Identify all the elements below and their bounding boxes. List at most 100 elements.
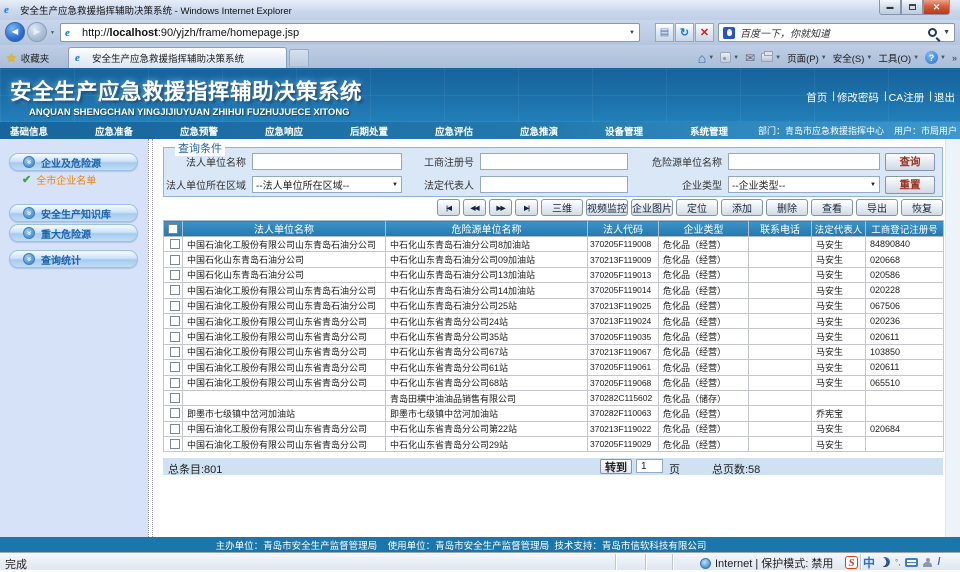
row-checkbox[interactable] (170, 316, 180, 326)
chinese-mode-icon[interactable]: 中 (863, 554, 875, 571)
punctuation-mode-icon[interactable]: °, (895, 558, 900, 567)
tools-menu[interactable]: 工具(O) (878, 51, 911, 65)
stop-button[interactable]: ✕ (695, 23, 714, 42)
help-dropdown[interactable]: ▼ (940, 55, 946, 61)
row-checkbox[interactable] (170, 239, 180, 249)
sogou-icon[interactable]: S (845, 556, 858, 569)
table-row[interactable]: 中国石油化工股份有限公司山东省青岛分公司中石化山东省青岛分公司61站370205… (164, 360, 944, 375)
home-icon[interactable]: ⌂ (698, 50, 706, 66)
scrollbar-track[interactable] (945, 139, 960, 537)
overflow-chevron[interactable]: » (952, 53, 956, 63)
menu-item[interactable]: 设备管理 (595, 124, 680, 138)
new-tab-button[interactable] (289, 49, 309, 66)
sidebar-item-city-enterprise-list[interactable]: ✔全市企业名单 (22, 172, 96, 187)
sidebar-item-major-hazard[interactable]: »重大危险源 (9, 224, 138, 242)
url-dropdown[interactable]: ▼ (629, 30, 635, 36)
row-checkbox[interactable] (170, 255, 180, 265)
menu-item[interactable]: 应急响应 (255, 124, 340, 138)
help-icon[interactable]: ? (925, 51, 938, 64)
page-menu[interactable]: 页面(P) (787, 51, 819, 65)
search-icon[interactable] (928, 28, 937, 37)
query-button[interactable]: 查询 (885, 153, 935, 171)
table-row[interactable]: 中国石油化工股份有限公司山东青岛石油分公司中石化山东青岛石油分公司8加油站370… (164, 237, 944, 252)
search-box[interactable]: 百度一下，你就知道 ▼ (718, 23, 955, 42)
region-select[interactable]: --法人单位所在区域--▼ (252, 176, 402, 193)
menu-item[interactable]: 应急评估 (425, 124, 510, 138)
menu-item[interactable]: 应急准备 (85, 124, 170, 138)
browser-tab[interactable]: e 安全生产应急救援指挥辅助决策系统 (68, 47, 287, 68)
toolbar-button[interactable]: 恢复 (901, 199, 943, 216)
row-checkbox[interactable] (170, 270, 180, 280)
menu-item[interactable]: 系统管理 (680, 124, 765, 138)
row-checkbox[interactable] (170, 378, 180, 388)
toolbar-button[interactable]: 企业图片 (631, 199, 673, 216)
pager-nav-button[interactable]: ◀◀ (463, 199, 486, 216)
table-row[interactable]: 中国石油化工股份有限公司山东省青岛分公司中石化山东省青岛分公司35站370205… (164, 329, 944, 344)
search-dropdown[interactable]: ▼ (943, 29, 950, 36)
goto-page-button[interactable]: 转到 (600, 459, 632, 474)
menu-item[interactable]: 基础信息 (0, 124, 85, 138)
row-checkbox[interactable] (170, 285, 180, 295)
banner-link[interactable]: 退出 (934, 90, 955, 105)
maximize-button[interactable] (901, 0, 923, 15)
pager-nav-button[interactable]: |◀ (437, 199, 460, 216)
pager-nav-button[interactable]: ▶| (515, 199, 538, 216)
table-row[interactable]: 中国石油化工股份有限公司山东省青岛分公司中石化山东省青岛分公司68站370205… (164, 375, 944, 390)
url-field[interactable]: e http://localhost:90/yjzh/frame/homepag… (60, 23, 640, 42)
mail-icon[interactable]: ✉ (745, 51, 755, 65)
favorites-button[interactable]: ★ 收藏夹 (6, 49, 49, 66)
close-button[interactable]: ✕ (923, 0, 950, 15)
settings-wrench-icon[interactable]: / (937, 556, 940, 568)
toolbar-button[interactable]: 查看 (811, 199, 853, 216)
toolbar-button[interactable]: 三维 (541, 199, 583, 216)
toolbar-button[interactable]: 添加 (721, 199, 763, 216)
table-row[interactable]: 即墨市七级镇中岔河加油站即墨市七级镇中岔河加油站370282F110063危化品… (164, 406, 944, 421)
reset-button[interactable]: 重置 (885, 176, 935, 194)
banner-link[interactable]: 修改密码 (837, 90, 879, 105)
menu-item[interactable]: 应急预警 (170, 124, 255, 138)
row-checkbox[interactable] (170, 347, 180, 357)
table-row[interactable]: 中国石油化工股份有限公司山东省青岛分公司中石化山东省青岛分公司第22站37021… (164, 421, 944, 436)
row-checkbox[interactable] (170, 393, 180, 403)
forward-button[interactable]: ► (27, 22, 47, 42)
row-checkbox[interactable] (170, 301, 180, 311)
account-icon[interactable] (923, 558, 932, 567)
table-row[interactable]: 中国石油化工股份有限公司山东省青岛分公司中石化山东省青岛分公司67站370213… (164, 344, 944, 359)
security-menu-dropdown[interactable]: ▼ (866, 55, 872, 61)
toolbar-button[interactable]: 视频监控 (586, 199, 628, 216)
row-checkbox[interactable] (170, 408, 180, 418)
table-row[interactable]: 中国石油化工股份有限公司山东青岛石油分公司中石化山东青岛石油分公司14加油站37… (164, 283, 944, 298)
enterprise-type-select[interactable]: --企业类型--▼ (728, 176, 880, 193)
soft-keyboard-icon[interactable] (905, 558, 918, 567)
fullwidth-mode-icon[interactable]: ☽ (879, 556, 891, 568)
sidebar-item-knowledge-base[interactable]: »安全生产知识库 (9, 204, 138, 222)
pager-nav-button[interactable]: ▶▶ (489, 199, 512, 216)
tools-menu-dropdown[interactable]: ▼ (913, 55, 919, 61)
banner-link[interactable]: CA注册 (889, 90, 925, 105)
select-all-checkbox[interactable] (168, 224, 178, 234)
print-dropdown[interactable]: ▼ (775, 55, 781, 61)
table-row[interactable]: 中国石化山东青岛石油分公司中石化山东青岛石油分公司09加油站370213F119… (164, 252, 944, 267)
row-checkbox[interactable] (170, 332, 180, 342)
toolbar-button[interactable]: 导出 (856, 199, 898, 216)
back-button[interactable]: ◄ (5, 22, 25, 42)
menu-item[interactable]: 应急推演 (510, 124, 595, 138)
menu-item[interactable]: 后期处置 (340, 124, 425, 138)
toolbar-button[interactable]: 定位 (676, 199, 718, 216)
refresh-button[interactable]: ↻ (675, 23, 694, 42)
feeds-icon[interactable] (720, 52, 731, 63)
feeds-dropdown[interactable]: ▼ (733, 55, 739, 61)
compatibility-view-button[interactable]: ▤ (655, 23, 674, 42)
row-checkbox[interactable] (170, 424, 180, 434)
print-icon[interactable] (761, 53, 773, 62)
sidebar-item-enterprise-hazard[interactable]: »企业及危险源 (9, 153, 138, 171)
row-checkbox[interactable] (170, 439, 180, 449)
home-dropdown[interactable]: ▼ (708, 55, 714, 61)
banner-link[interactable]: 首页 (806, 90, 827, 105)
sidebar-item-query-statistics[interactable]: »查询统计 (9, 250, 138, 268)
registration-no-input[interactable] (480, 153, 628, 170)
table-row[interactable]: 青岛田横中油油品销售有限公司370282C115602危化品（储存） (164, 390, 944, 405)
page-number-input[interactable]: 1 (636, 459, 663, 473)
table-row[interactable]: 中国石油化工股份有限公司山东省青岛分公司中石化山东省青岛分公司29站370205… (164, 437, 944, 452)
row-checkbox[interactable] (170, 362, 180, 372)
